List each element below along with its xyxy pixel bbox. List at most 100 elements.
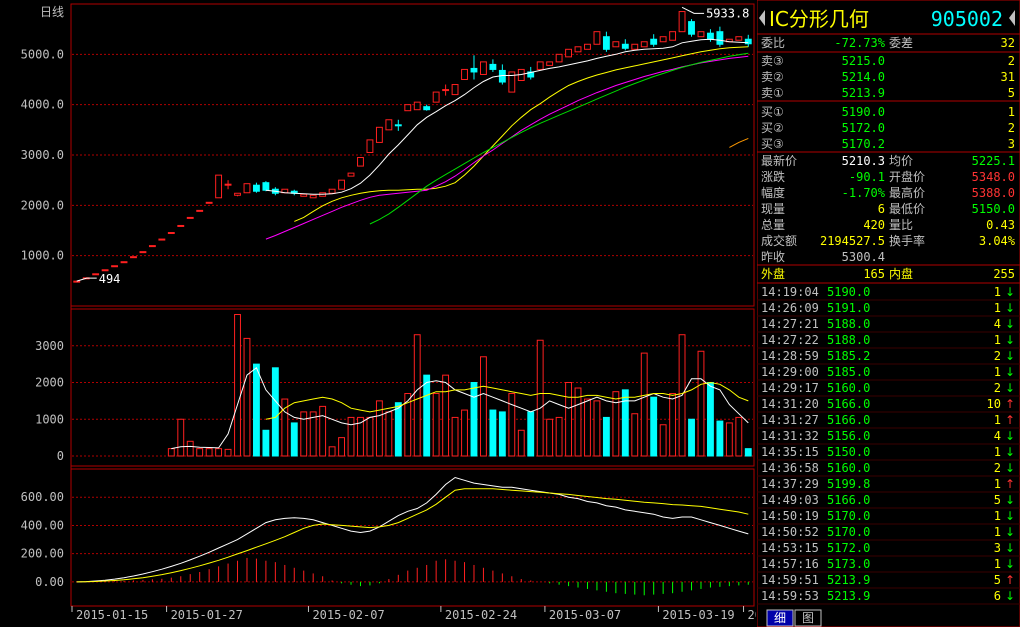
- volume-bar[interactable]: [167, 448, 175, 457]
- volume-bar[interactable]: [480, 356, 487, 457]
- candle[interactable]: [120, 261, 128, 264]
- volume-bar[interactable]: [224, 448, 232, 457]
- candle[interactable]: [92, 273, 100, 276]
- volume-bar[interactable]: [650, 396, 658, 457]
- volume-bar[interactable]: [177, 418, 185, 457]
- volume-bar[interactable]: [489, 409, 497, 457]
- candle[interactable]: [612, 41, 620, 48]
- candle[interactable]: [688, 21, 695, 35]
- volume-bar[interactable]: [555, 416, 563, 457]
- volume-bar[interactable]: [574, 387, 582, 457]
- candle[interactable]: [375, 126, 383, 143]
- volume-bar[interactable]: [527, 411, 535, 457]
- candle[interactable]: [659, 36, 667, 43]
- candle[interactable]: [697, 31, 705, 38]
- volume-bar[interactable]: [735, 416, 743, 457]
- candle[interactable]: [357, 157, 364, 167]
- volume-bar[interactable]: [262, 429, 270, 457]
- volume-bar[interactable]: [451, 416, 459, 457]
- volume-bar[interactable]: [196, 448, 204, 457]
- candle[interactable]: [489, 63, 497, 70]
- candle[interactable]: [205, 201, 213, 204]
- candle[interactable]: [167, 232, 175, 235]
- candle[interactable]: [707, 32, 714, 40]
- candle[interactable]: [669, 31, 677, 41]
- candle[interactable]: [177, 224, 185, 227]
- volume-bar[interactable]: [725, 422, 733, 457]
- candle[interactable]: [442, 89, 450, 92]
- volume-bar[interactable]: [442, 374, 450, 457]
- volume-bar[interactable]: [546, 418, 554, 457]
- candle[interactable]: [593, 31, 601, 45]
- candle[interactable]: [328, 188, 336, 194]
- candle[interactable]: [565, 48, 572, 58]
- candle[interactable]: [394, 124, 402, 127]
- volume-bar[interactable]: [659, 424, 667, 457]
- candle[interactable]: [640, 41, 648, 48]
- volume-bar[interactable]: [688, 418, 695, 457]
- volume-bar[interactable]: [565, 382, 572, 457]
- volume-bar[interactable]: [347, 416, 355, 457]
- candle[interactable]: [366, 139, 374, 153]
- volume-bar[interactable]: [205, 448, 213, 457]
- volume-bar[interactable]: [423, 374, 431, 457]
- candle[interactable]: [385, 119, 393, 131]
- candle[interactable]: [574, 46, 582, 53]
- volume-bar[interactable]: [271, 367, 279, 457]
- candle[interactable]: [735, 36, 743, 41]
- volume-bar[interactable]: [375, 400, 383, 457]
- volume-bar[interactable]: [461, 409, 468, 457]
- candle[interactable]: [224, 183, 232, 186]
- volume-bar[interactable]: [697, 350, 705, 457]
- candle[interactable]: [309, 194, 317, 199]
- candle[interactable]: [111, 265, 118, 268]
- candle[interactable]: [73, 280, 81, 283]
- candle[interactable]: [253, 184, 260, 192]
- candle[interactable]: [650, 38, 658, 45]
- candle[interactable]: [347, 172, 355, 177]
- volume-bar[interactable]: [612, 391, 620, 457]
- candle[interactable]: [413, 101, 421, 111]
- volume-bar[interactable]: [413, 334, 421, 457]
- candle[interactable]: [451, 84, 459, 96]
- volume-bar[interactable]: [716, 420, 724, 457]
- volume-bar[interactable]: [621, 389, 629, 457]
- candle[interactable]: [196, 209, 204, 212]
- volume-bar[interactable]: [744, 448, 752, 457]
- candle[interactable]: [678, 11, 686, 33]
- volume-bar[interactable]: [508, 393, 516, 457]
- volume-bar[interactable]: [243, 337, 251, 457]
- kline-chart[interactable]: 日线 5000.0 4000.0 3000.0 2000.0 1000.0 3000 200…: [0, 0, 756, 627]
- candle[interactable]: [432, 91, 440, 103]
- volume-bar[interactable]: [366, 416, 374, 457]
- candle[interactable]: [555, 53, 563, 63]
- volume-bar[interactable]: [234, 314, 241, 457]
- volume-bar[interactable]: [385, 411, 393, 457]
- volume-bar[interactable]: [602, 416, 610, 457]
- candle[interactable]: [101, 269, 109, 272]
- volume-bar[interactable]: [536, 339, 544, 457]
- volume-bar[interactable]: [640, 352, 648, 457]
- candle[interactable]: [186, 216, 194, 219]
- volume-bar[interactable]: [309, 411, 317, 457]
- candle[interactable]: [716, 31, 724, 45]
- volume-bar[interactable]: [432, 393, 440, 457]
- candle[interactable]: [262, 182, 270, 191]
- candle[interactable]: [536, 61, 544, 70]
- volume-bar[interactable]: [631, 413, 639, 457]
- volume-bar[interactable]: [394, 402, 402, 457]
- candle[interactable]: [461, 68, 468, 81]
- volume-bar[interactable]: [319, 405, 327, 457]
- volume-bar[interactable]: [215, 448, 223, 457]
- candle[interactable]: [404, 104, 412, 112]
- volume-bar[interactable]: [338, 437, 345, 457]
- candle[interactable]: [470, 67, 478, 73]
- volume-bar[interactable]: [328, 446, 336, 457]
- candle[interactable]: [621, 43, 629, 49]
- volume-bar[interactable]: [707, 382, 714, 457]
- volume-bar[interactable]: [669, 393, 677, 457]
- candle[interactable]: [338, 179, 345, 190]
- volume-bar[interactable]: [253, 363, 260, 457]
- candle[interactable]: [480, 61, 487, 75]
- volume-bar[interactable]: [593, 400, 601, 457]
